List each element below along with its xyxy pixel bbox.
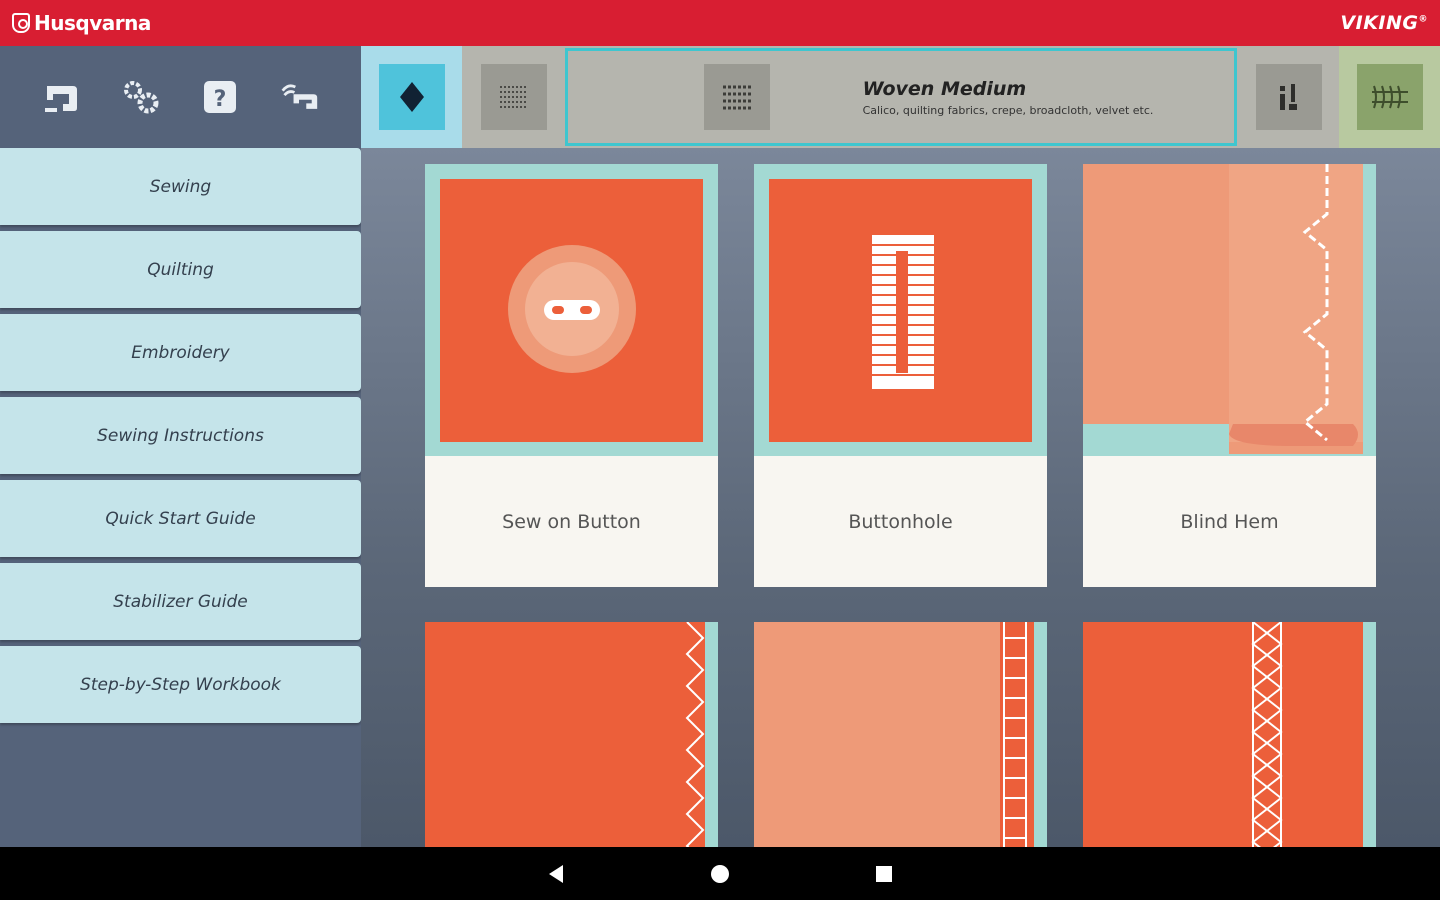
woven-medium-icon xyxy=(704,64,770,130)
tile-zigzag-edge[interactable] xyxy=(425,622,718,847)
tile-ladder-edge[interactable] xyxy=(754,622,1047,847)
fabric-text: Woven Medium Calico, quilting fabrics, c… xyxy=(863,78,1154,117)
tile-sew-on-button[interactable]: Sew on Button xyxy=(425,164,718,587)
woven-light-icon xyxy=(480,64,547,130)
crest-icon xyxy=(12,13,30,33)
brand-right-text: VIKING xyxy=(1340,12,1419,34)
back-icon[interactable] xyxy=(545,863,567,885)
tile-label-buttonhole: Buttonhole xyxy=(754,456,1047,587)
help-icon[interactable]: ? xyxy=(200,77,240,117)
ladder-edge-art xyxy=(754,622,1034,847)
menu-item-sewing-instructions[interactable]: Sewing Instructions xyxy=(0,397,361,474)
main-menu: Sewing Quilting Embroidery Sewing Instru… xyxy=(0,148,361,723)
menu-item-step-by-step-workbook[interactable]: Step-by-Step Workbook xyxy=(0,646,361,723)
fabric-title: Woven Medium xyxy=(862,77,1027,100)
fabric-description: Calico, quilting fabrics, crepe, broadcl… xyxy=(862,103,1154,117)
husqvarna-logo: Husqvarna xyxy=(12,11,151,35)
menu-item-sewing[interactable]: Sewing xyxy=(0,148,361,225)
fabric-info-panel[interactable]: Woven Medium Calico, quilting fabrics, c… xyxy=(565,48,1237,146)
sewing-machine-icon[interactable] xyxy=(42,77,82,117)
svg-text:?: ? xyxy=(214,87,227,112)
system-nav-bar xyxy=(0,847,1440,900)
stitch-info-icon xyxy=(1255,64,1322,130)
blind-hem-art xyxy=(1083,164,1363,454)
tile-blind-hem[interactable]: Blind Hem xyxy=(1083,164,1376,587)
menu-item-embroidery[interactable]: Embroidery xyxy=(0,314,361,391)
tile-label-blind-hem: Blind Hem xyxy=(1083,456,1376,587)
menu-item-quick-start-guide[interactable]: Quick Start Guide xyxy=(0,480,361,557)
toolbar: ? xyxy=(0,46,361,148)
overlock-seam-art xyxy=(1083,622,1363,847)
fabric-tab-woven-light[interactable] xyxy=(462,46,565,148)
zigzag-edge-art xyxy=(425,622,705,847)
home-icon[interactable] xyxy=(709,863,731,885)
registered-mark: ® xyxy=(1418,14,1428,25)
fabric-tab-info[interactable] xyxy=(1238,46,1339,148)
tile-overlock-seam[interactable] xyxy=(1083,622,1376,847)
technique-grid: Sew on Button Buttonhole Blind Hem xyxy=(361,148,1440,847)
machine-connect-icon[interactable] xyxy=(279,77,319,117)
tile-buttonhole[interactable]: Buttonhole xyxy=(754,164,1047,587)
settings-gears-icon[interactable] xyxy=(121,77,161,117)
fabric-diamond-icon xyxy=(378,64,445,130)
knit-fabric-icon xyxy=(1356,64,1423,130)
viking-logo: VIKING® xyxy=(1340,12,1428,34)
fabric-bar: Woven Medium Calico, quilting fabrics, c… xyxy=(361,46,1440,148)
tile-label-sew-on-button: Sew on Button xyxy=(425,456,718,587)
recents-icon[interactable] xyxy=(873,863,895,885)
brand-left-text: Husqvarna xyxy=(34,11,151,35)
fabric-tab-knit[interactable] xyxy=(1339,46,1440,148)
menu-item-stabilizer-guide[interactable]: Stabilizer Guide xyxy=(0,563,361,640)
sidebar: ? Sewing Quilting Embroidery Sewing Inst… xyxy=(0,46,361,847)
fabric-tab-selected[interactable] xyxy=(361,46,462,148)
buttonhole-art xyxy=(769,179,1032,442)
menu-item-quilting[interactable]: Quilting xyxy=(0,231,361,308)
app-header: Husqvarna VIKING® xyxy=(0,0,1440,46)
sew-on-button-art xyxy=(440,179,703,442)
